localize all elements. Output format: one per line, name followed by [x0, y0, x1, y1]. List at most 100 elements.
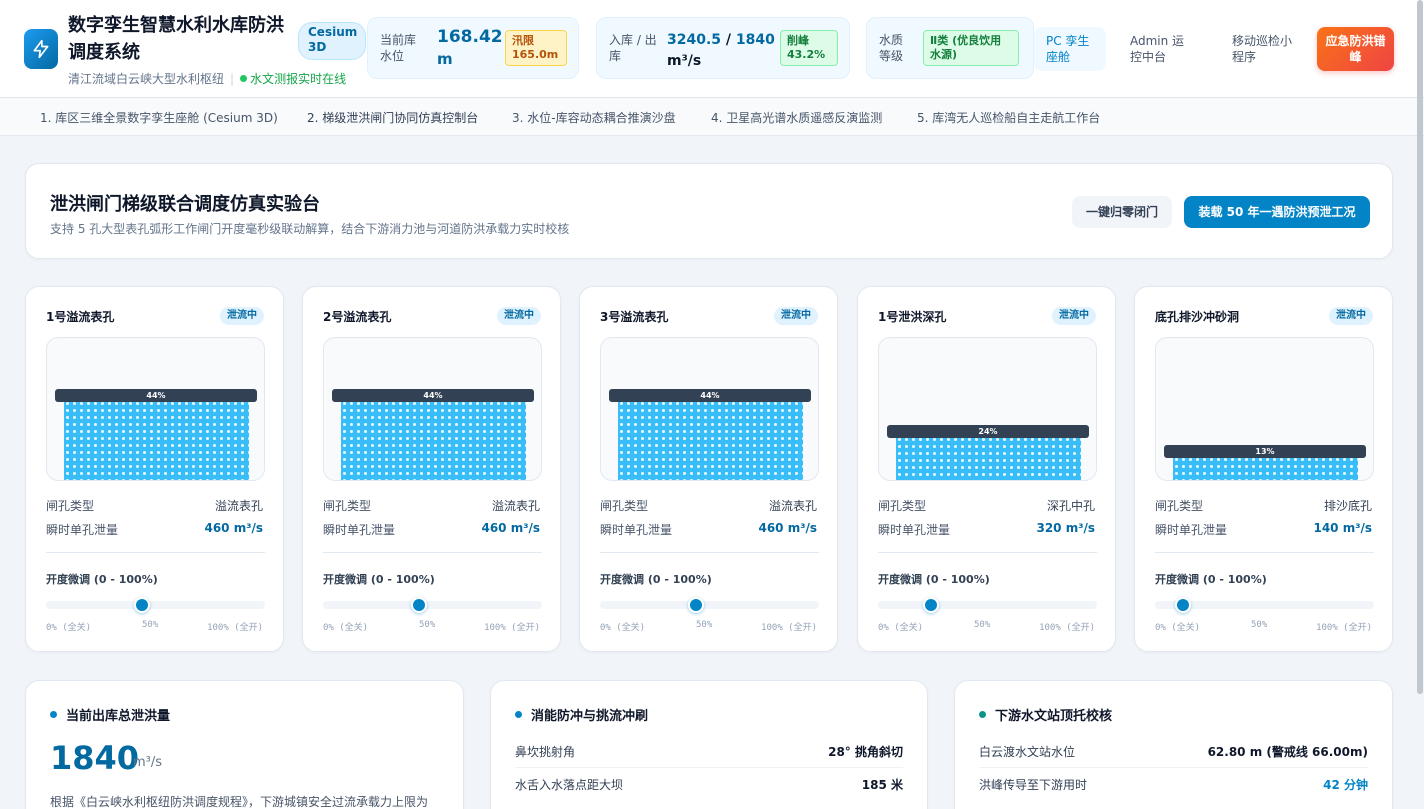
app-subtitle: 清江流域白云峡大型水利枢纽 | 水文测报实时在线: [68, 70, 346, 87]
divider: [1155, 552, 1374, 553]
gate-opening-bar[interactable]: 24%: [887, 425, 1089, 438]
gate-flow-label: 瞬时单孔泄量: [878, 523, 951, 537]
total-discharge-unit: m³/s: [133, 755, 163, 770]
live-status: 水文测报实时在线: [240, 72, 346, 86]
total-discharge-value: 1840: [50, 739, 140, 777]
gate-type-label: 闸孔类型: [1155, 499, 1204, 513]
divider: [515, 767, 903, 768]
gate-opening-bar[interactable]: 13%: [1164, 445, 1366, 458]
tick-max: 100% (全开): [484, 623, 540, 633]
opening-slider-track[interactable]: [878, 601, 1097, 609]
opening-slider-label: 开度微调 (0 - 100%): [323, 573, 435, 586]
tick-mid: 50%: [696, 620, 713, 630]
opening-slider-track[interactable]: [600, 601, 819, 609]
regulation-note: 根据《白云峡水利枢纽防洪调度规程》，下游城镇安全过流承载力上限为: [50, 795, 429, 809]
module-tabs: 1. 库区三维全景数字孪生座舱 (Cesium 3D) 2. 梯级泄洪闸门协同仿…: [0, 98, 1424, 136]
water-quality-stat: 水质等级 Ⅱ类 (优良饮用水源): [866, 17, 1034, 79]
gate-name: 3号溢流表孔: [600, 310, 669, 324]
outflow-value: 1840: [735, 32, 775, 48]
opening-slider-thumb[interactable]: [134, 597, 151, 613]
flood-travel-time-value: 42 分钟: [1323, 778, 1368, 792]
water-quality-label: 水质等级: [879, 33, 904, 63]
gate-type-label: 闸孔类型: [600, 499, 649, 513]
opening-slider-track[interactable]: [46, 601, 265, 609]
gate-visualization: 44%: [600, 337, 819, 481]
gate-card: 底孔排沙冲砂洞 泄流中 13% 闸孔类型 排沙底孔 瞬时单孔泄量 140 m³/…: [1134, 286, 1393, 652]
gate-card: 3号溢流表孔 泄流中 44% 闸孔类型 溢流表孔 瞬时单孔泄量 460 m³/s…: [579, 286, 838, 652]
tab-water-quality[interactable]: 4. 卫星高光谱水质遥感反演监测: [711, 109, 882, 126]
gate-type-label: 闸孔类型: [323, 499, 372, 513]
inflow-value: 3240.5: [667, 32, 722, 48]
deflector-angle-value: 28° 挑角斜切: [828, 745, 903, 759]
nav-mobile[interactable]: 移动巡检小程序: [1232, 33, 1294, 65]
peak-reduction-badge: 削峰 43.2%: [780, 30, 838, 66]
scrollbar[interactable]: [1416, 0, 1424, 809]
gate-name: 1号泄洪深孔: [878, 310, 947, 324]
gate-opening-bar[interactable]: 44%: [55, 389, 257, 402]
load-scenario-button[interactable]: 装载 50 年一遇防洪预泄工况: [1184, 196, 1370, 228]
gate-flow-label: 瞬时单孔泄量: [600, 523, 673, 537]
divider: [878, 552, 1097, 553]
flood-limit-badge: 汛限 165.0m: [505, 30, 567, 66]
nav-pc-cockpit[interactable]: PC 孪生座舱: [1034, 27, 1106, 71]
opening-slider-thumb[interactable]: [411, 597, 428, 613]
tick-mid: 50%: [1251, 620, 1268, 630]
app-header: 数字孪生智慧水利水库防洪调度系统 清江流域白云峡大型水利枢纽 | 水文测报实时在线 …: [0, 0, 1424, 98]
water-flow: [618, 400, 803, 480]
separator: |: [230, 72, 235, 86]
opening-slider-thumb[interactable]: [922, 597, 939, 613]
water-level-value: 168.42 m: [437, 26, 503, 70]
gate-opening-bar[interactable]: 44%: [332, 389, 534, 402]
gate-flow-value: 460 m³/s: [204, 521, 263, 535]
emergency-button[interactable]: 应急防洪错峰: [1317, 27, 1394, 71]
gate-visualization: 44%: [46, 337, 265, 481]
divider: [46, 552, 265, 553]
deflector-angle-label: 鼻坎挑射角: [515, 745, 576, 759]
tab-patrol-boat[interactable]: 5. 库湾无人巡检船自主走航工作台: [917, 109, 1100, 126]
reset-gates-button[interactable]: 一键归零闭门: [1072, 196, 1172, 228]
card-dot-icon: [979, 711, 986, 718]
page-description: 支持 5 孔大型表孔弧形工作闸门开度毫秒级联动解算，结合下游消力池与河道防洪承载…: [50, 222, 570, 236]
tab-cesium-cockpit[interactable]: 1. 库区三维全景数字孪生座舱 (Cesium 3D): [40, 109, 278, 126]
tick-min: 0% (全关): [600, 623, 646, 633]
tick-max: 100% (全开): [761, 623, 817, 633]
flood-travel-time-label: 洪峰传导至下游用时: [979, 778, 1088, 792]
scrollbar-thumb[interactable]: [1417, 0, 1423, 694]
opening-slider-thumb[interactable]: [1175, 597, 1192, 613]
water-level-unit: m: [437, 50, 453, 68]
flow-value: 3240.5 / 1840 m³/s: [667, 30, 775, 72]
water-quality-badge: Ⅱ类 (优良饮用水源): [923, 30, 1019, 66]
gate-type-value: 溢流表孔: [768, 499, 817, 513]
opening-slider-label: 开度微调 (0 - 100%): [878, 573, 990, 586]
tick-max: 100% (全开): [1039, 623, 1095, 633]
gate-visualization: 13%: [1155, 337, 1374, 481]
live-dot-icon: [240, 75, 248, 82]
gate-flow-label: 瞬时单孔泄量: [1155, 523, 1228, 537]
gate-type-value: 溢流表孔: [491, 499, 540, 513]
opening-slider-thumb[interactable]: [688, 597, 705, 613]
water-level-stat: 当前库水位 168.42 m 汛限 165.0m: [367, 17, 579, 79]
project-name: 清江流域白云峡大型水利枢纽: [68, 72, 225, 86]
water-flow: [1173, 456, 1358, 480]
total-discharge-title: 当前出库总泄洪量: [66, 709, 171, 724]
gate-flow-label: 瞬时单孔泄量: [323, 523, 396, 537]
downstream-check-title: 下游水文站顶托校核: [995, 709, 1113, 724]
water-flow: [341, 400, 526, 480]
card-dot-icon: [50, 711, 57, 718]
page-title: 泄洪闸门梯级联合调度仿真实验台: [50, 194, 320, 215]
gate-card: 2号溢流表孔 泄流中 44% 闸孔类型 溢流表孔 瞬时单孔泄量 460 m³/s…: [302, 286, 561, 652]
tab-gate-console[interactable]: 2. 梯级泄洪闸门协同仿真控制台: [307, 109, 478, 126]
gate-opening-bar[interactable]: 44%: [609, 389, 811, 402]
divider: [979, 767, 1368, 768]
gate-type-label: 闸孔类型: [878, 499, 927, 513]
opening-slider-track[interactable]: [323, 601, 542, 609]
app-title: 数字孪生智慧水利水库防洪调度系统: [68, 15, 284, 63]
gate-status-badge: 泄流中: [1052, 307, 1096, 325]
tab-sandbox[interactable]: 3. 水位-库容动态耦合推演沙盘: [512, 109, 676, 126]
gate-status-badge: 泄流中: [497, 307, 541, 325]
energy-dissipation-card: 消能防冲与挑流冲刷 鼻坎挑射角 28° 挑角斜切 水舌入水落点距大坝 185 米: [490, 680, 928, 809]
gate-visualization: 24%: [878, 337, 1097, 481]
tick-min: 0% (全关): [1155, 623, 1201, 633]
nav-admin[interactable]: Admin 运控中台: [1130, 33, 1190, 65]
tick-min: 0% (全关): [323, 623, 369, 633]
